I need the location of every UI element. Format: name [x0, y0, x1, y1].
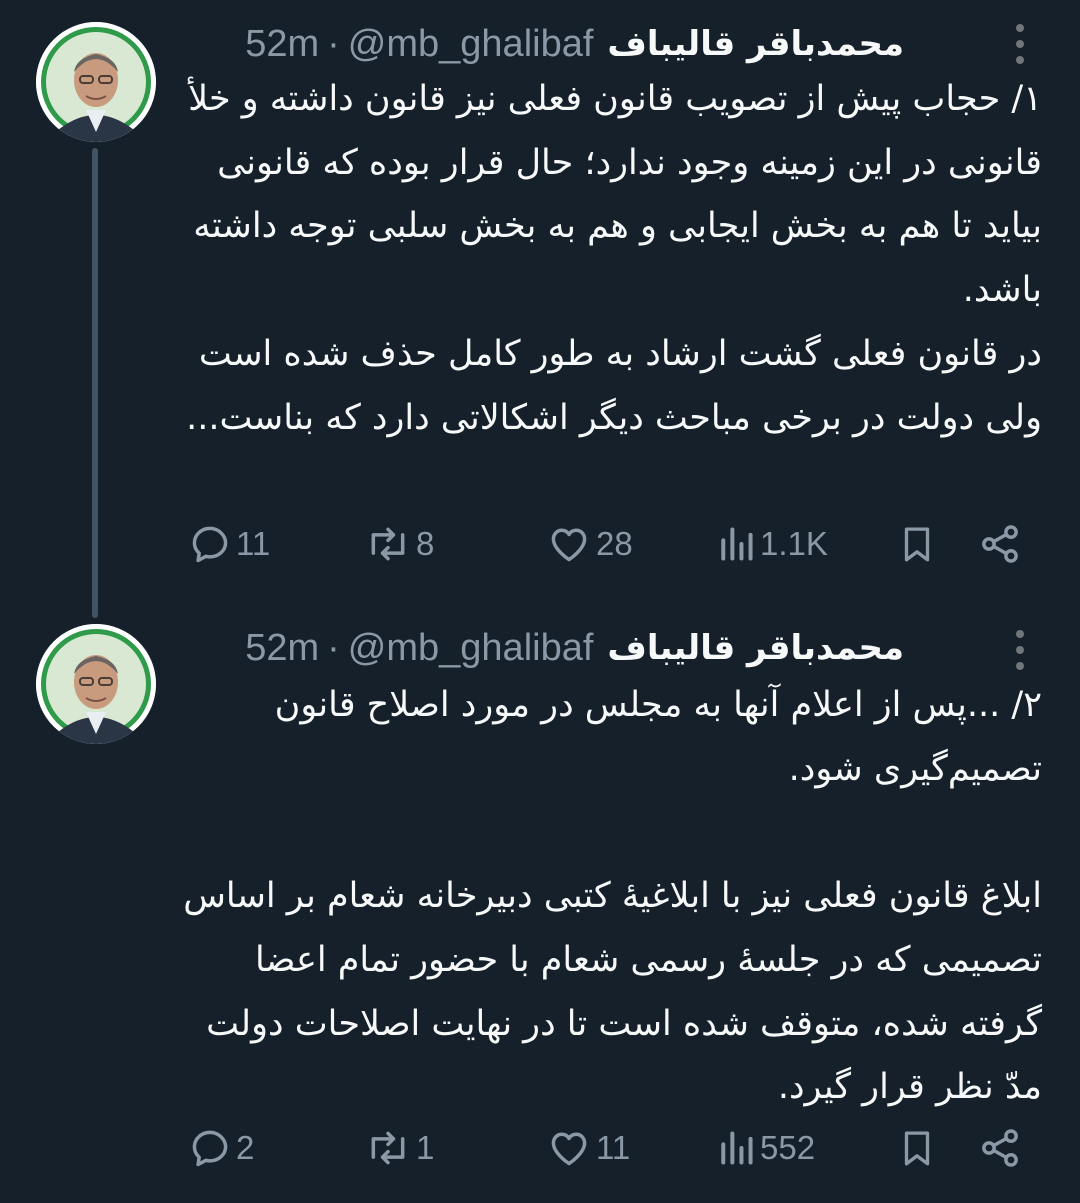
tweet-paragraph: ابلاغ قانون فعلی نیز با ابلاغیهٔ کتبی دب…	[183, 876, 1042, 1108]
author-name[interactable]: محمدباقر قالیباف	[607, 628, 904, 668]
views-icon	[721, 527, 753, 561]
author-avatar[interactable]	[36, 624, 156, 744]
author-avatar[interactable]	[36, 22, 156, 142]
tweet-paragraph: ۱/ حجاب پیش از تصویب قانون فعلی نیز قانو…	[188, 79, 1042, 311]
reply-count: 2	[236, 1129, 255, 1166]
share-button[interactable]	[978, 516, 1022, 572]
heart-icon	[551, 528, 587, 562]
tweet-actions: 2 1 11 552	[0, 1120, 1080, 1176]
views-icon	[721, 1131, 753, 1165]
bookmark-button[interactable]	[896, 1120, 938, 1176]
tweet-text: ۱/ حجاب پیش از تصویب قانون فعلی نیز قانو…	[182, 68, 1042, 450]
views-button[interactable]: 1.1K	[716, 516, 828, 572]
tweet-paragraph: در قانون فعلی گشت ارشاد به طور کامل حذف …	[186, 333, 1042, 438]
timestamp[interactable]: 52m	[245, 23, 319, 66]
tweet-paragraph: ۲/ ...پس از اعلام آنها به مجلس در مورد ا…	[274, 685, 1042, 789]
more-icon[interactable]	[1008, 24, 1032, 64]
repost-count: 1	[416, 1129, 435, 1166]
reply-button[interactable]: 2	[188, 1120, 254, 1176]
author-name[interactable]: محمدباقر قالیباف	[607, 24, 904, 64]
like-button[interactable]: 28	[546, 516, 633, 572]
repost-icon	[371, 1131, 405, 1165]
share-button[interactable]	[978, 1120, 1022, 1176]
views-button[interactable]: 552	[716, 1120, 815, 1176]
author-handle[interactable]: @mb_ghalibaf	[348, 23, 594, 66]
bookmark-icon	[904, 1131, 930, 1166]
repost-button[interactable]: 8	[364, 516, 434, 572]
tweet-text: ۲/ ...پس از اعلام آنها به مجلس در مورد ا…	[182, 674, 1042, 1120]
separator-dot: ·	[327, 626, 340, 669]
repost-count: 8	[416, 525, 435, 562]
bookmark-icon	[904, 527, 930, 562]
like-button[interactable]: 11	[546, 1120, 630, 1176]
more-icon[interactable]	[1008, 630, 1032, 670]
reply-count: 11	[236, 525, 271, 562]
reply-icon	[192, 526, 228, 563]
reply-icon	[192, 1130, 228, 1167]
tweet-header: محمدباقر قالیباف @mb_ghalibaf · 52m	[245, 618, 904, 678]
heart-icon	[551, 1132, 587, 1166]
separator-dot: ·	[327, 22, 340, 65]
repost-button[interactable]: 1	[364, 1120, 434, 1176]
author-handle[interactable]: @mb_ghalibaf	[348, 627, 594, 670]
tweet-2[interactable]: محمدباقر قالیباف @mb_ghalibaf · 52m ۲/ .…	[0, 600, 1080, 1203]
share-icon	[982, 1129, 1018, 1167]
tweet-header: محمدباقر قالیباف @mb_ghalibaf · 52m	[245, 14, 904, 74]
bookmark-button[interactable]	[896, 516, 938, 572]
views-count: 552	[760, 1129, 816, 1166]
like-count: 11	[596, 1129, 631, 1166]
share-icon	[982, 525, 1018, 563]
timestamp[interactable]: 52m	[245, 627, 319, 670]
views-count: 1.1K	[760, 525, 828, 562]
tweet-1[interactable]: محمدباقر قالیباف @mb_ghalibaf · 52m ۱/ ح…	[0, 0, 1080, 618]
tweet-actions: 11 8 28 1.1K	[0, 516, 1080, 572]
like-count: 28	[596, 525, 633, 562]
reply-button[interactable]: 11	[188, 516, 270, 572]
repost-icon	[371, 527, 405, 561]
